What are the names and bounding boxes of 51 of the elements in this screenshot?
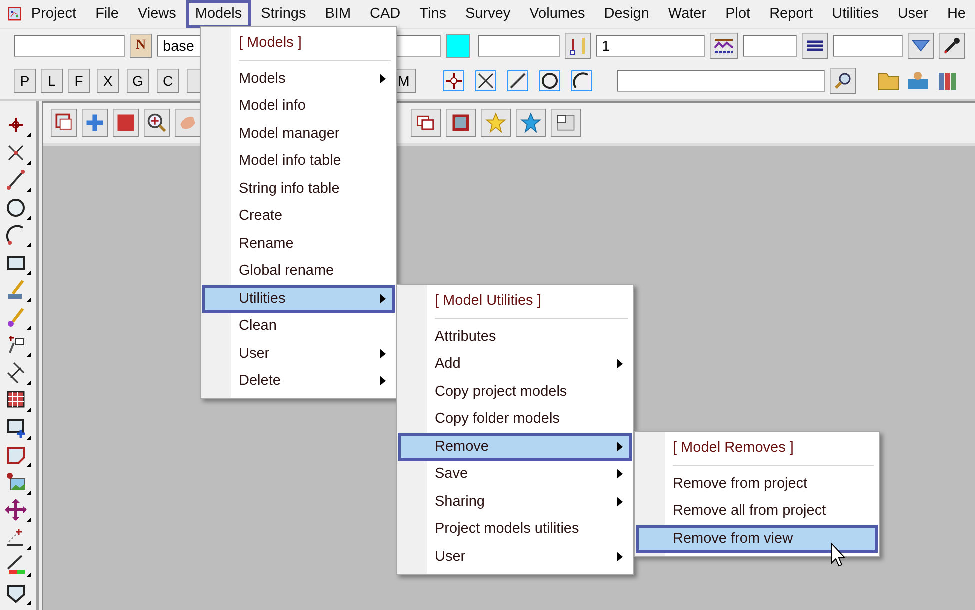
menu-item[interactable]: Remove all from project bbox=[636, 498, 878, 525]
letter-button[interactable]: L bbox=[41, 69, 63, 93]
menu-item[interactable]: Model manager bbox=[202, 120, 395, 148]
menu-bar-item[interactable]: Water bbox=[659, 0, 716, 28]
menu-item[interactable]: Copy folder models bbox=[398, 406, 632, 433]
menu-item[interactable]: Model info bbox=[202, 92, 395, 120]
value-field[interactable]: 1 bbox=[596, 35, 705, 57]
menu-bar-item[interactable]: Project bbox=[22, 0, 86, 28]
letter-button[interactable]: P bbox=[14, 69, 36, 93]
letter-button[interactable]: C bbox=[157, 69, 179, 93]
menu-header: [ Models ] bbox=[238, 34, 303, 53]
menu-bar-item[interactable]: CAD bbox=[361, 0, 410, 28]
menu-bar-item[interactable]: Design bbox=[595, 0, 658, 28]
menu-item[interactable]: Remove from view bbox=[636, 525, 878, 552]
menu-bar-item[interactable]: File bbox=[86, 0, 128, 28]
menu-header: [ Model Utilities ] bbox=[434, 292, 542, 311]
menu-bar-item[interactable]: Utilities bbox=[823, 0, 888, 28]
menu-item[interactable]: Utilities bbox=[202, 285, 395, 312]
menu-bar-item[interactable]: Views bbox=[128, 0, 186, 28]
letter-button[interactable]: F bbox=[68, 69, 90, 93]
menu-bar-item[interactable]: Tins bbox=[410, 0, 456, 28]
menu-item[interactable]: Add bbox=[398, 350, 632, 378]
menu-item[interactable]: User bbox=[398, 543, 632, 570]
menu-item[interactable]: Models bbox=[202, 65, 395, 92]
menu-item[interactable]: Save bbox=[398, 460, 632, 488]
menu-bar-item[interactable]: User bbox=[888, 0, 938, 28]
letter-button[interactable]: X bbox=[97, 69, 119, 93]
name-button[interactable]: N bbox=[130, 34, 152, 58]
menu-item[interactable]: Clean bbox=[202, 312, 395, 340]
menu-bar-item[interactable]: Report bbox=[760, 0, 822, 28]
menu-item[interactable]: Remove bbox=[398, 433, 632, 460]
menu-item[interactable]: Model info table bbox=[202, 148, 395, 175]
menu-item[interactable]: Sharing bbox=[398, 488, 632, 516]
menu-item[interactable]: Global rename bbox=[202, 258, 395, 285]
letter-button[interactable]: G bbox=[127, 69, 149, 93]
menu-bar-item[interactable]: Survey bbox=[456, 0, 520, 28]
menu-item[interactable]: Delete bbox=[202, 368, 395, 395]
menu-header: [ Model Removes ] bbox=[672, 439, 795, 458]
menu-bar-item[interactable]: Strings bbox=[252, 0, 316, 28]
menu-bar-item[interactable]: BIM bbox=[316, 0, 360, 28]
menu-item[interactable]: Remove from project bbox=[636, 470, 878, 498]
menu-bar-item[interactable]: Volumes bbox=[520, 0, 594, 28]
menu-bar-item[interactable]: Plot bbox=[716, 0, 760, 28]
menu-item[interactable]: User bbox=[202, 340, 395, 368]
menu-item[interactable]: Create bbox=[202, 202, 395, 230]
menu-item[interactable]: Rename bbox=[202, 230, 395, 258]
menu-item[interactable]: Project models utilities bbox=[398, 516, 632, 543]
menu-bar-item[interactable]: He bbox=[938, 0, 975, 28]
menu-item[interactable]: String info table bbox=[202, 175, 395, 202]
menu-item[interactable]: Copy project models bbox=[398, 378, 632, 406]
menu-item[interactable]: Attributes bbox=[398, 323, 632, 350]
